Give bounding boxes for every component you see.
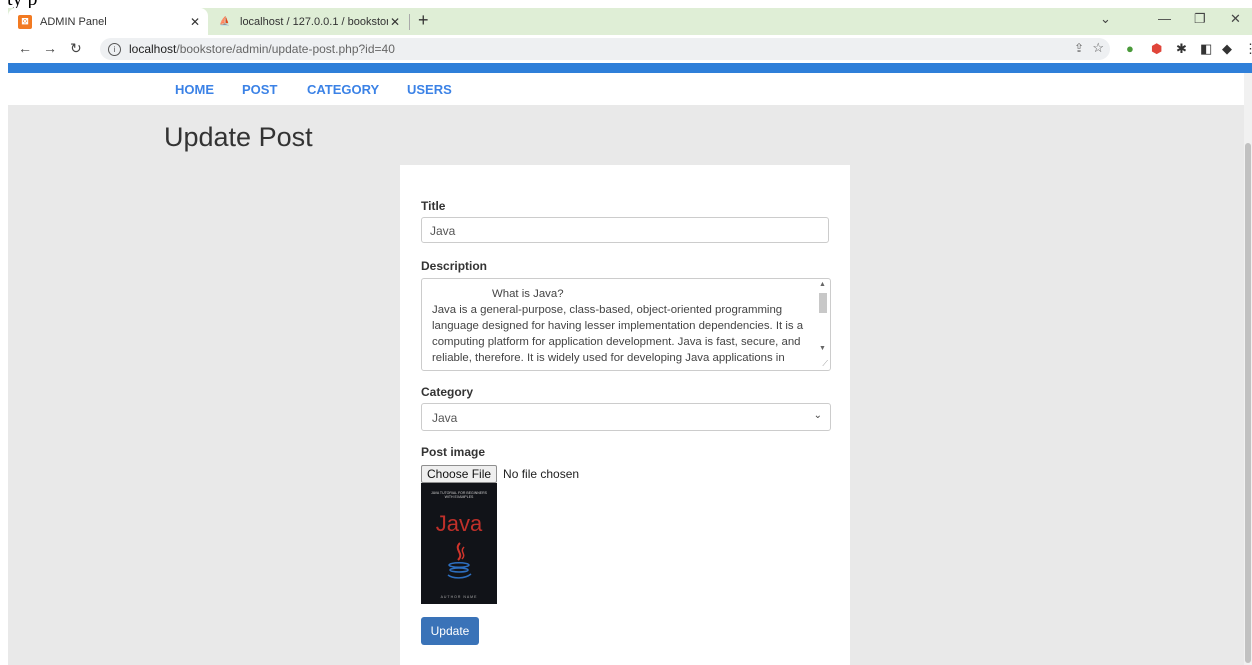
- category-label: Category: [421, 385, 474, 399]
- tab-admin-panel[interactable]: ⊠ ADMIN Panel ✕: [8, 8, 208, 35]
- scroll-thumb[interactable]: [819, 293, 827, 313]
- description-text: What is Java? Java is a general-purpose,…: [432, 286, 812, 366]
- address-bar[interactable]: i localhost/bookstore/admin/update-post.…: [100, 38, 1110, 60]
- title-input[interactable]: Java: [421, 217, 829, 243]
- post-image-label: Post image: [421, 445, 486, 459]
- description-label: Description: [421, 259, 488, 273]
- update-post-form: Title Java Description What is Java? Jav…: [400, 165, 850, 665]
- update-button[interactable]: Update: [421, 617, 479, 645]
- choose-file-button[interactable]: Choose File: [421, 465, 498, 483]
- page-scrollbar[interactable]: [1244, 73, 1252, 665]
- tab-title: ADMIN Panel: [40, 15, 107, 28]
- description-line: computing platform for application devel…: [432, 336, 801, 348]
- reload-icon[interactable]: ↻: [70, 40, 82, 57]
- chevron-down-icon: ⌄: [813, 410, 822, 421]
- description-line: Java is a general-purpose, class-based, …: [432, 304, 783, 316]
- minimize-icon[interactable]: —: [1158, 11, 1171, 26]
- nav-category[interactable]: CATEGORY: [307, 82, 379, 97]
- title-label: Title: [421, 199, 446, 213]
- url-path: /bookstore/admin/update-post.php?id=40: [176, 42, 395, 56]
- scroll-down-icon[interactable]: ▼: [819, 345, 826, 352]
- admin-nav: HOME POST CATEGORY USERS: [8, 73, 1244, 105]
- nav-home[interactable]: HOME: [175, 82, 214, 97]
- forward-icon[interactable]: →: [43, 40, 57, 56]
- browser-toolbar: ← → ↻ i localhost/bookstore/admin/update…: [8, 35, 1252, 63]
- share-icon[interactable]: ⇪: [1074, 41, 1084, 55]
- description-textarea[interactable]: What is Java? Java is a general-purpose,…: [421, 278, 831, 371]
- book-title: Java: [435, 511, 483, 536]
- resize-handle-icon[interactable]: ⟋: [822, 359, 828, 369]
- cropped-text: ty p: [0, 0, 200, 8]
- scroll-up-icon[interactable]: ▲: [819, 281, 826, 288]
- category-value: Java: [432, 411, 458, 425]
- xampp-icon: ⊠: [18, 14, 32, 29]
- description-line: What is Java?: [492, 288, 564, 300]
- menu-icon[interactable]: ⋮: [1244, 41, 1252, 57]
- info-icon[interactable]: i: [108, 42, 121, 56]
- url-host: localhost: [129, 42, 177, 56]
- header-bar: [8, 63, 1252, 73]
- textarea-scrollbar[interactable]: ▲ ▼: [816, 279, 830, 370]
- java-logo-icon: [447, 542, 472, 579]
- tab-phpmyadmin[interactable]: ⛵ localhost / 127.0.0.1 / bookstore ✕: [208, 8, 408, 35]
- back-icon[interactable]: ←: [18, 40, 32, 56]
- nav-users[interactable]: USERS: [407, 82, 452, 97]
- puzzle-icon[interactable]: ✱: [1176, 41, 1187, 57]
- sidepanel-icon[interactable]: ◧: [1200, 41, 1212, 57]
- nav-post[interactable]: POST: [242, 82, 277, 97]
- extension-icon[interactable]: ●: [1126, 41, 1134, 56]
- phpmyadmin-icon: ⛵: [219, 16, 231, 26]
- tab-search-icon[interactable]: ⌄: [1100, 11, 1111, 27]
- close-window-icon[interactable]: ✕: [1230, 11, 1241, 27]
- maximize-icon[interactable]: ❐: [1194, 11, 1206, 27]
- file-input[interactable]: Choose File No file chosen: [421, 465, 579, 483]
- book-subtitle: JAVA TUTORIAL FOR BEGINNERS WITH EXAMPLE…: [430, 491, 487, 499]
- close-icon[interactable]: ✕: [388, 15, 402, 29]
- tab-separator: [409, 14, 410, 30]
- tab-title: localhost / 127.0.0.1 / bookstore: [240, 15, 388, 28]
- bookmark-star-icon[interactable]: ☆: [1092, 40, 1104, 56]
- shield-icon[interactable]: ⬢: [1151, 41, 1162, 57]
- book-author: AUTHOR NAME: [440, 595, 478, 599]
- page-title: Update Post: [164, 122, 313, 152]
- tab-strip: ⊠ ADMIN Panel ✕ ⛵ localhost / 127.0.0.1 …: [8, 8, 1252, 35]
- new-tab-button[interactable]: +: [418, 10, 429, 31]
- media-icon[interactable]: ◆: [1222, 41, 1232, 57]
- close-icon[interactable]: ✕: [188, 15, 202, 29]
- page-scroll-thumb[interactable]: [1245, 143, 1251, 663]
- page-content: HOME POST CATEGORY USERS Update Post Tit…: [8, 73, 1244, 665]
- post-image-thumbnail: JAVA TUTORIAL FOR BEGINNERS WITH EXAMPLE…: [421, 483, 497, 604]
- description-line: language designed for having lesser impl…: [432, 320, 804, 332]
- no-file-text: No file chosen: [503, 467, 580, 481]
- category-select[interactable]: Java ⌄: [421, 403, 831, 431]
- description-line: reliable, therefore. It is widely used f…: [432, 352, 785, 364]
